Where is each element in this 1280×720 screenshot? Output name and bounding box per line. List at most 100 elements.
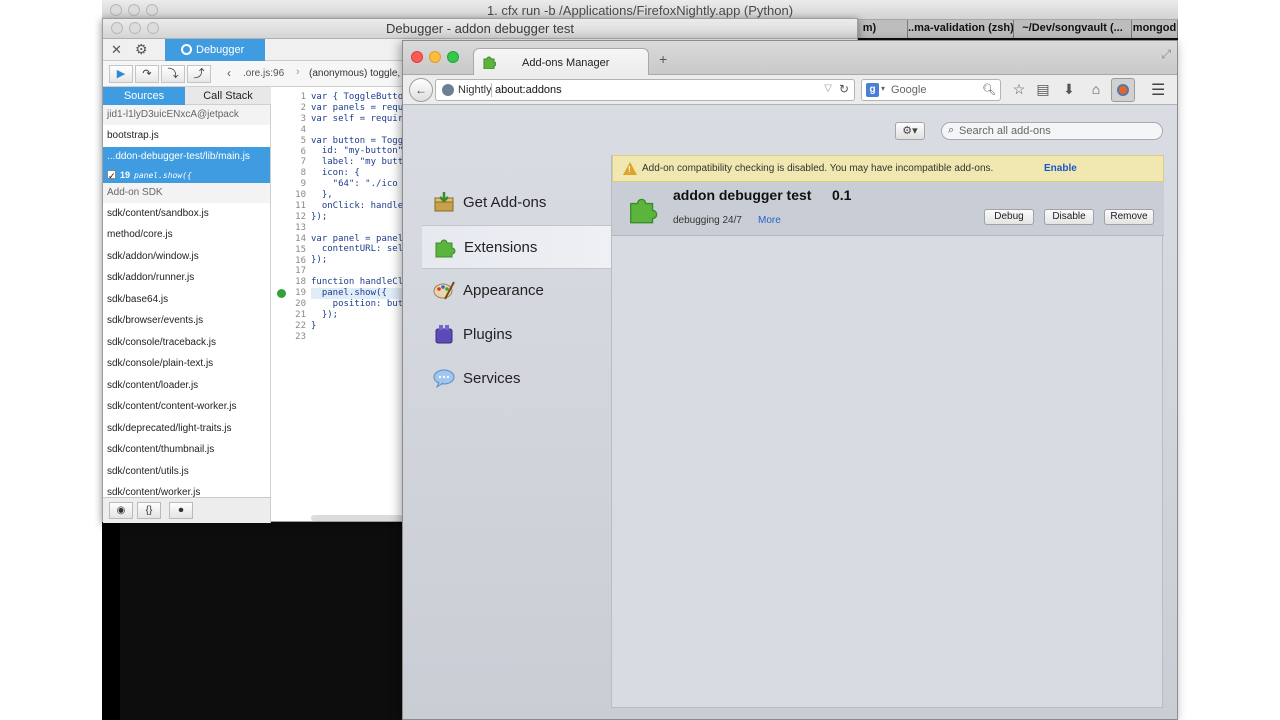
line-number[interactable]: 22 [271, 321, 306, 331]
zoom-light-icon[interactable] [447, 51, 459, 63]
line-number[interactable]: 1 [271, 92, 306, 102]
line-number[interactable]: 23 [271, 332, 306, 342]
terminal-tab[interactable]: mongod [1132, 20, 1178, 38]
enable-compatibility-link[interactable]: Enable [1044, 163, 1077, 174]
category-services[interactable]: Services [421, 357, 611, 401]
category-label: Services [463, 370, 521, 387]
debugger-footer: ◉ {} ⏺ [103, 497, 271, 523]
step-in-button[interactable]: ⤵ [161, 65, 185, 83]
breakpoint-checkbox[interactable] [107, 168, 116, 184]
pretty-print-button[interactable]: {} [137, 502, 161, 519]
source-item[interactable]: sdk/console/traceback.js [103, 332, 270, 354]
debug-button[interactable]: Debug [984, 209, 1034, 225]
code-editor[interactable]: var { ToggleButto var panels = requ var se… [311, 87, 403, 497]
search-icon[interactable]: 🔍︎ [982, 83, 996, 96]
url-text[interactable]: about:addons [495, 84, 562, 96]
line-number[interactable]: 8 [271, 168, 306, 178]
download-icon[interactable]: ⬇ [1060, 81, 1078, 98]
source-item[interactable]: sdk/content/content-worker.js [103, 396, 270, 418]
search-bar[interactable]: g ▾ Google 🔍︎ [861, 79, 1001, 101]
addon-toolbar-button[interactable] [1111, 78, 1135, 102]
addons-search-input[interactable]: ⌕ Search all add-ons [941, 122, 1163, 140]
minimize-light-icon[interactable] [429, 51, 441, 63]
category-appearance[interactable]: Appearance [421, 269, 611, 313]
breadcrumb-function[interactable]: (anonymous) toggle, [309, 68, 400, 79]
breakpoint-entry[interactable]: 19panel.show({ [103, 166, 270, 184]
line-number[interactable]: 10 [271, 190, 306, 200]
line-number[interactable]: 5 [271, 136, 306, 146]
source-item[interactable]: sdk/content/loader.js [103, 375, 270, 397]
compatibility-warning-text: Add-on compatibility checking is disable… [642, 163, 994, 174]
editor-scrollbar[interactable] [311, 515, 403, 521]
gear-icon[interactable]: ⚙ [135, 41, 148, 58]
line-number[interactable]: 6 [271, 147, 306, 157]
fullscreen-icon[interactable]: ⤢ [1161, 47, 1171, 62]
source-item[interactable]: sdk/browser/events.js [103, 310, 270, 332]
line-number[interactable]: 12 [271, 212, 306, 222]
terminal-tab[interactable]: ..ma-validation (zsh) [908, 20, 1014, 38]
line-number[interactable]: 4 [271, 125, 306, 135]
close-icon[interactable]: ✕ [111, 42, 122, 58]
line-number[interactable]: 18 [271, 277, 306, 287]
tab-sources[interactable]: Sources [103, 87, 185, 105]
line-number[interactable]: 7 [271, 157, 306, 167]
blackbox-button[interactable]: ⏺ [169, 502, 193, 519]
line-number[interactable]: 2 [271, 103, 306, 113]
category-get-addons[interactable]: Get Add-ons [421, 181, 611, 225]
line-number[interactable]: 13 [271, 223, 306, 233]
bookmark-star-icon[interactable]: ☆ [1010, 81, 1028, 98]
terminal-tab[interactable]: ~/Dev/songvault (... [1014, 20, 1132, 38]
reload-icon[interactable]: ↻ [839, 82, 849, 96]
line-number[interactable]: 17 [271, 266, 306, 276]
url-bar[interactable]: Nightly about:addons ▽ ↻ [435, 79, 855, 101]
category-plugins[interactable]: Plugins [421, 313, 611, 357]
line-number[interactable]: 11 [271, 201, 306, 211]
line-number[interactable]: 16 [271, 256, 306, 266]
google-icon[interactable]: g [866, 83, 879, 97]
category-extensions[interactable]: Extensions [422, 225, 611, 269]
source-item[interactable]: sdk/content/utils.js [103, 461, 270, 483]
eye-icon[interactable]: ◉ [109, 502, 133, 519]
new-tab-button[interactable]: + [659, 51, 667, 67]
source-item[interactable]: sdk/content/thumbnail.js [103, 439, 270, 461]
resume-button[interactable]: ▶ [109, 65, 133, 83]
addon-more-link[interactable]: More [758, 215, 781, 226]
source-item[interactable]: sdk/deprecated/light-traits.js [103, 418, 270, 440]
line-number[interactable]: 15 [271, 245, 306, 255]
code-line: var button = Togg [311, 135, 403, 146]
source-item[interactable]: sdk/base64.js [103, 289, 270, 311]
back-arrow-icon[interactable]: ← [409, 78, 433, 102]
source-item[interactable]: sdk/addon/window.js [103, 246, 270, 268]
remove-button[interactable]: Remove [1104, 209, 1154, 225]
tab-call-stack[interactable]: Call Stack [185, 87, 271, 105]
line-number[interactable]: 20 [271, 299, 306, 309]
step-over-button[interactable]: ↷ [135, 65, 159, 83]
tools-gear-button[interactable]: ⚙▾ [895, 122, 925, 140]
chevron-left-icon[interactable]: ‹ [227, 66, 231, 80]
close-light-icon[interactable] [411, 51, 423, 63]
source-item[interactable]: sdk/content/sandbox.js [103, 203, 270, 225]
line-number[interactable]: 14 [271, 234, 306, 244]
source-item[interactable]: bootstrap.js [103, 125, 270, 147]
line-number[interactable]: 3 [271, 114, 306, 124]
hamburger-menu-icon[interactable]: ☰ [1151, 80, 1165, 100]
home-icon[interactable]: ⌂ [1087, 81, 1105, 97]
tab-debugger[interactable]: Debugger [165, 39, 265, 61]
reading-list-icon[interactable]: ▤ [1034, 81, 1052, 98]
disable-button[interactable]: Disable [1044, 209, 1094, 225]
tab-addons-manager[interactable]: Add-ons Manager [473, 48, 649, 75]
source-item[interactable]: method/core.js [103, 224, 270, 246]
addon-row[interactable]: addon debugger test 0.1 debugging 24/7 M… [612, 182, 1164, 236]
source-item[interactable]: sdk/content/worker.js [103, 482, 270, 497]
source-item[interactable]: sdk/addon/runner.js [103, 267, 270, 289]
line-number[interactable]: 21 [271, 310, 306, 320]
chevron-down-icon[interactable]: ▾ [881, 84, 885, 93]
line-number[interactable]: 9 [271, 179, 306, 189]
step-out-button[interactable]: ⤴ [187, 65, 211, 83]
url-history-dropdown-icon[interactable]: ▽ [824, 83, 832, 94]
code-line: }, [311, 190, 333, 201]
breadcrumb-file[interactable]: .ore.js:96 [243, 68, 284, 79]
source-item[interactable]: sdk/console/plain-text.js [103, 353, 270, 375]
source-item-selected[interactable]: ...ddon-debugger-test/lib/main.js [103, 146, 270, 167]
